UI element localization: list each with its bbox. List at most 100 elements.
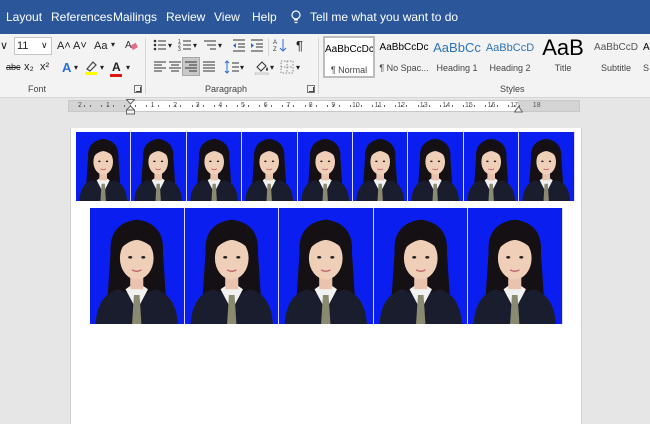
highlight-icon[interactable] bbox=[84, 59, 100, 75]
portrait-image bbox=[279, 208, 373, 324]
shrink-font-button[interactable]: A˅ bbox=[73, 40, 87, 52]
passport-photo[interactable] bbox=[242, 132, 298, 201]
align-right-icon[interactable] bbox=[184, 60, 198, 74]
font-color-button[interactable]: A bbox=[112, 60, 121, 74]
ruler-tick bbox=[372, 105, 374, 107]
ruler-label: 18 bbox=[532, 102, 541, 109]
tab-review[interactable]: Review bbox=[166, 10, 205, 24]
tab-mailings[interactable]: Mailings bbox=[113, 10, 157, 24]
style-subtle-emphasis[interactable]: A S bbox=[643, 36, 650, 78]
portrait-image bbox=[408, 132, 463, 201]
font-group-label: Font bbox=[28, 84, 47, 94]
passport-photo[interactable] bbox=[90, 208, 185, 324]
ruler-tick bbox=[423, 105, 425, 107]
strikethrough-button[interactable]: abc bbox=[6, 62, 21, 72]
borders-icon[interactable] bbox=[280, 60, 294, 74]
ruler-tick bbox=[214, 105, 216, 107]
portrait-image bbox=[131, 132, 186, 201]
font-dialog-launcher-icon[interactable] bbox=[134, 85, 142, 93]
style-heading-1[interactable]: AaBbCc Heading 1 bbox=[431, 36, 483, 78]
passport-photo[interactable] bbox=[297, 132, 353, 201]
ruler-tick bbox=[152, 105, 154, 107]
ruler-tick bbox=[248, 105, 250, 107]
style-title[interactable]: AaB Title bbox=[537, 35, 589, 78]
ribbon-tab-bar: Layout References Mailings Review View H… bbox=[0, 0, 650, 34]
style-subtitle[interactable]: AaBbCcD Subtitle bbox=[590, 36, 642, 78]
ruler-tick bbox=[89, 105, 91, 107]
align-left-icon[interactable] bbox=[153, 60, 167, 74]
shading-icon[interactable] bbox=[254, 59, 270, 75]
style-name: S bbox=[643, 63, 650, 73]
style-normal[interactable]: AaBbCcDc ¶ Normal bbox=[323, 36, 375, 78]
style-sample: AaBbCcDc bbox=[325, 44, 373, 55]
left-indent-marker-icon[interactable] bbox=[126, 99, 135, 115]
ruler-tick bbox=[332, 105, 334, 107]
text-effects-icon[interactable]: A bbox=[62, 60, 71, 75]
ruler-tick bbox=[361, 105, 363, 107]
bullets-icon[interactable] bbox=[153, 38, 167, 52]
passport-photo[interactable] bbox=[131, 132, 187, 201]
font-size-box[interactable]: 11 ∨ bbox=[14, 37, 52, 55]
change-case-button[interactable]: Aa bbox=[94, 40, 107, 52]
style-sample: AaBbCcD bbox=[594, 42, 638, 53]
svg-text:3: 3 bbox=[178, 47, 181, 52]
passport-photo[interactable] bbox=[184, 208, 279, 324]
ruler-tick bbox=[327, 105, 329, 107]
passport-photo[interactable] bbox=[352, 132, 409, 201]
ruler-tick bbox=[236, 105, 238, 107]
ruler-tick bbox=[310, 105, 312, 107]
ruler-tick bbox=[101, 105, 103, 107]
tab-help[interactable]: Help bbox=[252, 10, 277, 24]
ruler-tick bbox=[519, 105, 521, 107]
passport-photo[interactable] bbox=[408, 132, 464, 201]
document-page[interactable] bbox=[70, 128, 582, 424]
chevron-down-icon: ▾ bbox=[74, 63, 79, 72]
style-heading-2[interactable]: AaBbCcD Heading 2 bbox=[484, 36, 536, 78]
portrait-image bbox=[90, 208, 184, 324]
style-no-spacing[interactable]: AaBbCcDc ¶ No Spac... bbox=[378, 36, 430, 78]
passport-photo[interactable] bbox=[76, 132, 132, 201]
group-divider bbox=[145, 38, 146, 94]
subscript-button[interactable]: x₂ bbox=[24, 61, 34, 73]
small-photo-row bbox=[76, 132, 575, 201]
clear-formatting-icon[interactable]: A bbox=[124, 38, 138, 52]
portrait-image bbox=[463, 132, 519, 201]
line-spacing-icon[interactable] bbox=[224, 60, 240, 74]
style-name: Heading 1 bbox=[436, 63, 478, 73]
font-name-dropdown-arrow[interactable]: ∨ bbox=[0, 39, 8, 52]
ruler-tick bbox=[225, 105, 227, 107]
tab-references[interactable]: References bbox=[51, 10, 112, 24]
divider bbox=[268, 38, 269, 56]
justify-icon[interactable] bbox=[202, 60, 216, 74]
portrait-image bbox=[519, 132, 574, 201]
passport-photo[interactable] bbox=[519, 132, 575, 201]
tab-view[interactable]: View bbox=[214, 10, 240, 24]
horizontal-ruler[interactable]: 2 1 123456789101112131415161718 bbox=[68, 99, 580, 115]
grow-font-button[interactable]: A˄ bbox=[57, 40, 71, 52]
ruler-tick bbox=[417, 105, 419, 107]
tab-layout[interactable]: Layout bbox=[6, 10, 42, 24]
passport-photo[interactable] bbox=[468, 208, 563, 324]
tell-me-box[interactable]: Tell me what you want to do bbox=[290, 10, 458, 24]
passport-photo[interactable] bbox=[463, 132, 520, 201]
svg-text:A: A bbox=[273, 40, 277, 46]
passport-photo[interactable] bbox=[279, 208, 374, 324]
align-center-icon[interactable] bbox=[168, 60, 182, 74]
passport-photo[interactable] bbox=[373, 208, 468, 324]
multilevel-list-icon[interactable] bbox=[203, 38, 217, 52]
increase-indent-icon[interactable] bbox=[250, 38, 264, 52]
superscript-button[interactable]: x² bbox=[40, 61, 49, 73]
style-sample: AaBbCcDc bbox=[379, 42, 429, 53]
numbering-icon[interactable]: 1 2 3 bbox=[178, 38, 192, 52]
decrease-indent-icon[interactable] bbox=[232, 38, 246, 52]
ruler-tick bbox=[508, 105, 510, 107]
passport-photo[interactable] bbox=[186, 132, 243, 201]
style-name: Heading 2 bbox=[489, 63, 531, 73]
pilcrow-icon[interactable]: ¶ bbox=[296, 38, 303, 53]
paragraph-dialog-launcher-icon[interactable] bbox=[307, 85, 315, 93]
ruler-tick bbox=[293, 105, 295, 107]
ruler-tick bbox=[265, 105, 267, 107]
sort-icon[interactable]: A Z bbox=[273, 38, 287, 52]
ruler-tick bbox=[123, 105, 125, 107]
ruler-tick bbox=[440, 105, 442, 107]
